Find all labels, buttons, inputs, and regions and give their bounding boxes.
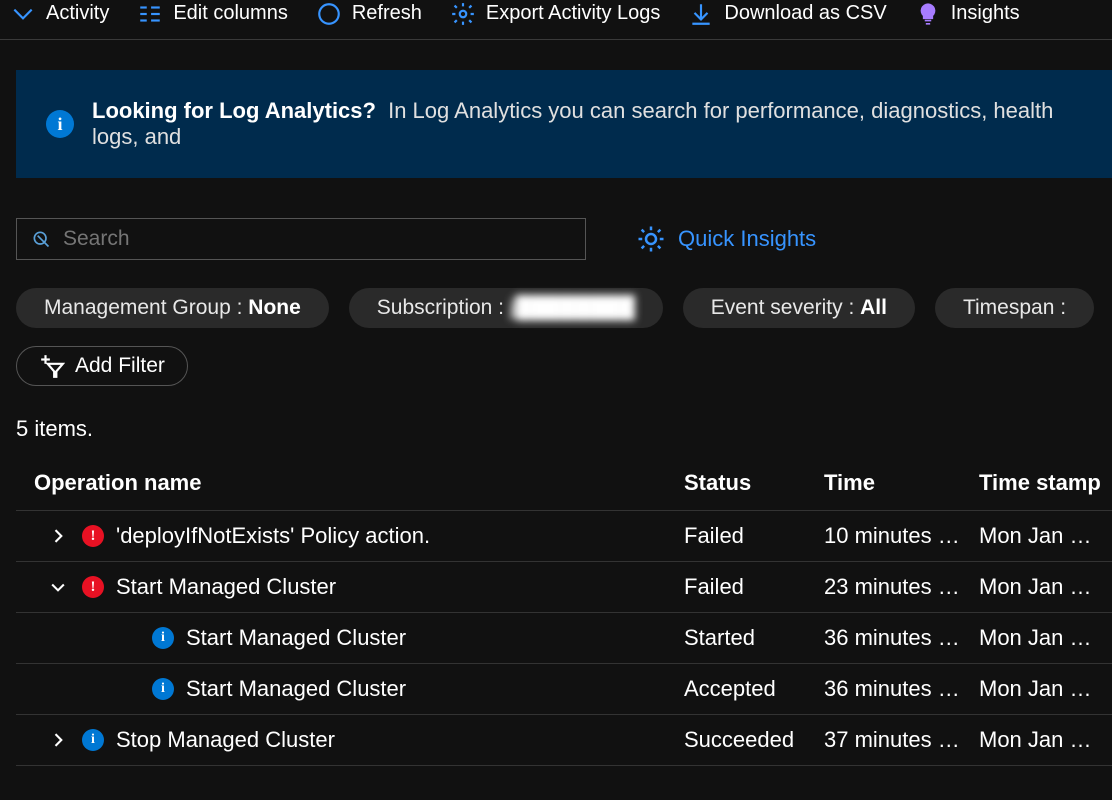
chevron-right-icon[interactable]	[46, 728, 70, 752]
table-row[interactable]: i Stop Managed Cluster Succeeded37 minutes…	[16, 715, 1112, 766]
gear-icon	[450, 1, 476, 27]
operation-name: Start Managed Cluster	[116, 574, 336, 600]
download-icon	[688, 1, 714, 27]
time-cell: 36 minutes …	[824, 676, 979, 702]
timestamp-cell: Mon Jan 22 …	[979, 523, 1112, 549]
download-csv-button[interactable]: Download as CSV	[688, 1, 886, 27]
controls-row: Quick Insights	[16, 218, 1112, 260]
banner-title: Looking for Log Analytics?	[92, 98, 376, 123]
info-icon: i	[46, 110, 74, 138]
info-icon: i	[82, 729, 104, 751]
time-cell: 10 minutes …	[824, 523, 979, 549]
col-status[interactable]: Status	[684, 470, 824, 496]
status-cell: Accepted	[684, 676, 824, 702]
search-box[interactable]	[16, 218, 586, 260]
operation-name: Start Managed Cluster	[186, 625, 406, 651]
chevron-right-icon[interactable]	[46, 524, 70, 548]
refresh-icon	[316, 1, 342, 27]
filter-event-severity[interactable]: Event severity : All	[683, 288, 915, 328]
table-row[interactable]: ! Start Managed Cluster Failed23 minutes ……	[16, 562, 1112, 613]
operation-name: Stop Managed Cluster	[116, 727, 335, 753]
timestamp-cell: Mon Jan 22 …	[979, 676, 1112, 702]
add-filter-icon	[39, 353, 65, 379]
chevron-down-icon	[10, 1, 36, 27]
edit-columns-label: Edit columns	[173, 2, 288, 25]
quick-insights-link[interactable]: Quick Insights	[636, 224, 816, 254]
table-row[interactable]: ! 'deployIfNotExists' Policy action. Faile…	[16, 511, 1112, 562]
chevron-down-icon[interactable]	[46, 575, 70, 599]
status-cell: Started	[684, 625, 824, 651]
item-count: 5 items.	[16, 416, 1112, 442]
col-time[interactable]: Time	[824, 470, 979, 496]
export-label: Export Activity Logs	[486, 2, 661, 25]
status-cell: Failed	[684, 523, 824, 549]
quick-insights-label: Quick Insights	[678, 226, 816, 252]
activity-label: Activity	[46, 2, 109, 25]
refresh-button[interactable]: Refresh	[316, 1, 422, 27]
operation-name: 'deployIfNotExists' Policy action.	[116, 523, 430, 549]
table-row[interactable]: i Start Managed Cluster Started36 minutes …	[16, 613, 1112, 664]
edit-columns-button[interactable]: Edit columns	[137, 1, 288, 27]
col-operation[interactable]: Operation name	[34, 470, 684, 496]
status-cell: Succeeded	[684, 727, 824, 753]
col-timestamp[interactable]: Time stamp	[979, 470, 1112, 496]
time-cell: 36 minutes …	[824, 625, 979, 651]
add-filter-button[interactable]: Add Filter	[16, 346, 188, 386]
export-button[interactable]: Export Activity Logs	[450, 1, 661, 27]
activity-grid: Operation name Status Time Time stamp ! '…	[16, 460, 1112, 766]
status-cell: Failed	[684, 574, 824, 600]
grid-header: Operation name Status Time Time stamp	[16, 460, 1112, 511]
time-cell: 37 minutes …	[824, 727, 979, 753]
filter-timespan[interactable]: Timespan :	[935, 288, 1094, 328]
add-filter-label: Add Filter	[75, 354, 165, 378]
toolbar: Activity Edit columns Refresh Export Act…	[0, 0, 1112, 40]
timestamp-cell: Mon Jan 22 …	[979, 625, 1112, 651]
filter-management-group[interactable]: Management Group : None	[16, 288, 329, 328]
operation-name: Start Managed Cluster	[186, 676, 406, 702]
table-row[interactable]: i Start Managed Cluster Accepted36 minutes…	[16, 664, 1112, 715]
time-cell: 23 minutes …	[824, 574, 979, 600]
log-analytics-banner[interactable]: i Looking for Log Analytics? In Log Anal…	[16, 70, 1112, 178]
filter-subscription[interactable]: Subscription : j████████	[349, 288, 663, 328]
timestamp-cell: Mon Jan 22 …	[979, 727, 1112, 753]
columns-icon	[137, 1, 163, 27]
error-icon: !	[82, 576, 104, 598]
insights-button[interactable]: Insights	[915, 1, 1020, 27]
error-icon: !	[82, 525, 104, 547]
search-input[interactable]	[63, 227, 571, 251]
idea-icon	[636, 224, 666, 254]
search-icon	[31, 229, 51, 249]
filters-row: Management Group : None Subscription : j…	[16, 288, 1112, 328]
download-label: Download as CSV	[724, 2, 886, 25]
info-icon: i	[152, 627, 174, 649]
refresh-label: Refresh	[352, 2, 422, 25]
lightbulb-icon	[915, 1, 941, 27]
insights-label: Insights	[951, 2, 1020, 25]
timestamp-cell: Mon Jan 22 …	[979, 574, 1112, 600]
activity-dropdown[interactable]: Activity	[10, 1, 109, 27]
info-icon: i	[152, 678, 174, 700]
